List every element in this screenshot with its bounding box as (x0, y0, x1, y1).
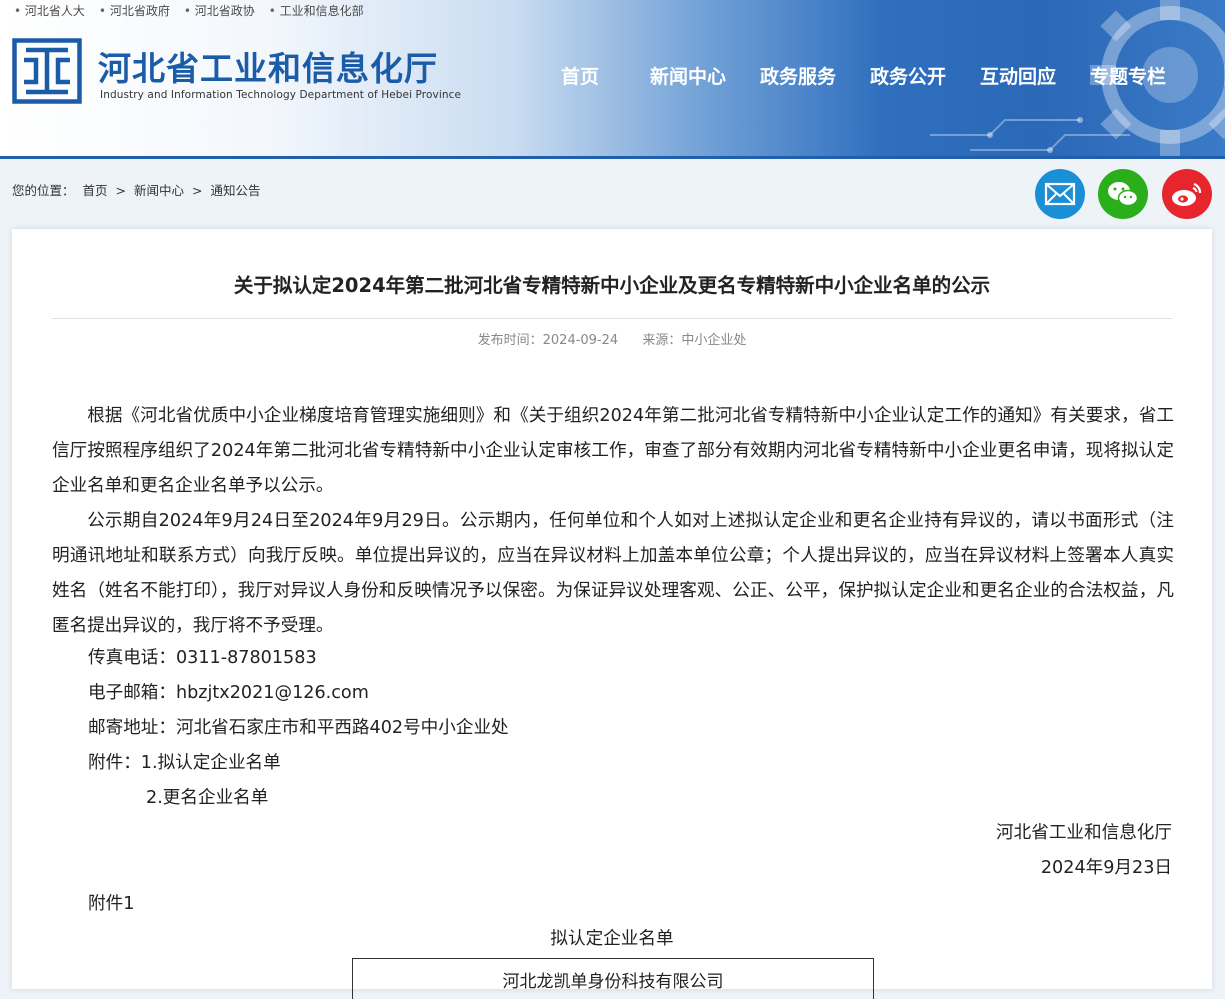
nav-government-services[interactable]: 政务服务 (760, 62, 836, 89)
top-link-cppcc[interactable]: 河北省政协 (184, 2, 255, 20)
top-link-npc[interactable]: 河北省人大 (14, 2, 85, 20)
article-title: 关于拟认定2024年第二批河北省专精特新中小企业及更名专精特新中小企业名单的公示 (233, 274, 991, 297)
header-divider (0, 156, 1225, 159)
address-line: 邮寄地址：河北省石家庄市和平西路402号中小企业处 (88, 718, 509, 738)
article-body: 根据《河北省优质中小企业梯度培育管理实施细则》和《关于组织2024年第二批河北省… (52, 399, 1174, 644)
share-weibo-button[interactable] (1162, 169, 1212, 219)
publish-date: 发布时间：2024-09-24 (477, 333, 619, 348)
breadcrumb-label: 您的位置： (12, 183, 75, 198)
signature-date: 2024年9月23日 (1040, 858, 1172, 878)
nav-interaction[interactable]: 互动回应 (980, 62, 1056, 89)
top-links: 河北省人大 河北省政府 河北省政协 工业和信息化部 (0, 2, 364, 20)
share-wechat-button[interactable] (1098, 169, 1148, 219)
share-email-button[interactable] (1035, 169, 1085, 219)
article-meta: 发布时间：2024-09-24 来源：中小企业处 (12, 329, 1212, 348)
paragraph-intro: 根据《河北省优质中小企业梯度培育管理实施细则》和《关于组织2024年第二批河北省… (52, 406, 1174, 496)
wechat-icon (1108, 182, 1139, 207)
table-row: 河北龙凯单身份科技有限公司 (502, 972, 724, 992)
email-icon (1044, 182, 1076, 206)
article-card: 关于拟认定2024年第二批河北省专精特新中小企业及更名专精特新中小企业名单的公示… (12, 229, 1212, 999)
breadcrumb: 您的位置： 首页 > 新闻中心 > 通知公告 (12, 180, 264, 199)
breadcrumb-separator: > (115, 183, 126, 198)
attachment-link-2[interactable]: 2.更名企业名单 (146, 784, 268, 809)
email-line: 电子邮箱：hbzjtx2021@126.com (88, 683, 369, 703)
article-source: 来源：中小企业处 (642, 333, 747, 348)
circuit-decoration-icon (930, 117, 1130, 153)
top-link-government[interactable]: 河北省政府 (99, 2, 170, 20)
nav-special-topics[interactable]: 专题专栏 (1090, 62, 1166, 89)
site-title[interactable]: 河北省工业和信息化厅 (98, 42, 438, 90)
breadcrumb-notices[interactable]: 通知公告 (210, 183, 260, 198)
annex-label: 附件1 (88, 894, 135, 914)
fax-line: 传真电话：0311-87801583 (88, 648, 317, 668)
company-table: 河北龙凯单身份科技有限公司 (352, 958, 874, 999)
signature-org: 河北省工业和信息化厅 (996, 823, 1172, 843)
breadcrumb-home[interactable]: 首页 (83, 183, 108, 198)
top-link-miit[interactable]: 工业和信息化部 (269, 2, 364, 20)
department-logo-icon[interactable] (12, 38, 82, 104)
site-header: 河北省人大 河北省政府 河北省政协 工业和信息化部 河北省工业和信息化厅 Ind… (0, 0, 1225, 158)
title-divider (52, 318, 1172, 319)
site-subtitle-en: Industry and Information Technology Depa… (100, 89, 462, 101)
weibo-icon (1172, 182, 1202, 206)
breadcrumb-separator: > (191, 183, 203, 198)
breadcrumb-news-center[interactable]: 新闻中心 (134, 183, 184, 198)
nav-government-affairs[interactable]: 政务公开 (870, 62, 946, 89)
annex-title: 拟认定企业名单 (550, 929, 674, 949)
nav-news-center[interactable]: 新闻中心 (650, 62, 726, 89)
nav-home[interactable]: 首页 (561, 62, 599, 89)
attachment-link-1[interactable]: 附件：1.拟认定企业名单 (88, 749, 281, 774)
paragraph-notice-period: 公示期自2024年9月24日至2024年9月29日。公示期内，任何单位和个人如对… (52, 511, 1174, 636)
